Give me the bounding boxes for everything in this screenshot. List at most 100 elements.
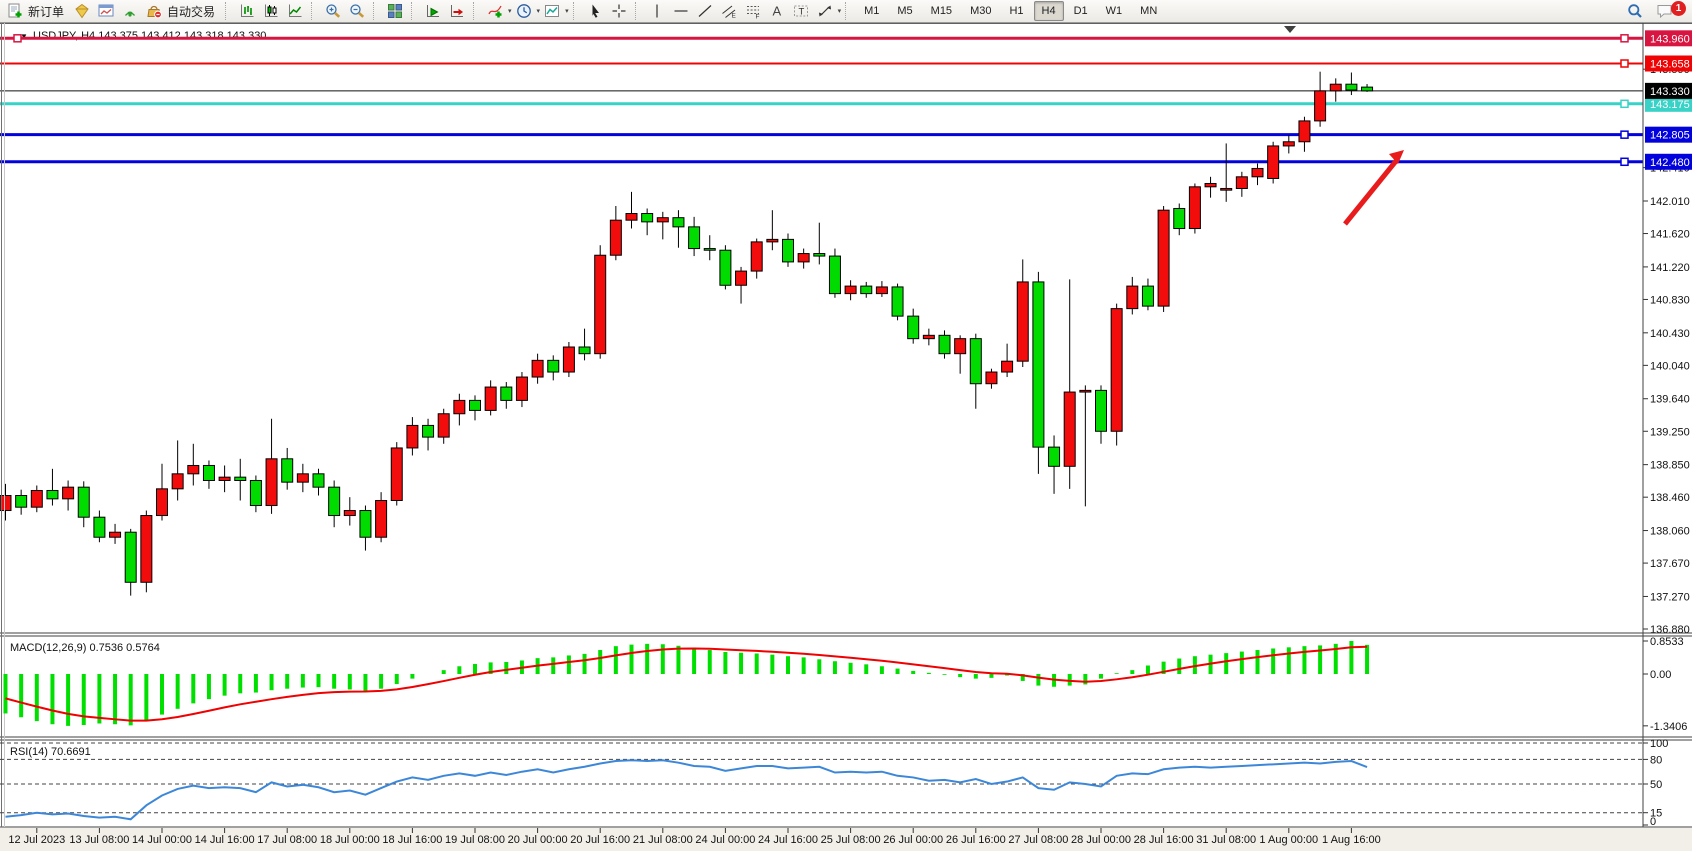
candle-body <box>783 239 794 262</box>
candle-body <box>704 249 715 251</box>
rsi-tick-label: 50 <box>1650 779 1662 791</box>
price-tick-label: 140.430 <box>1650 328 1690 340</box>
time-tick-label: 26 Jul 00:00 <box>883 834 943 846</box>
auto-trading-button[interactable] <box>142 1 166 22</box>
line-chart-type-button[interactable] <box>283 1 307 22</box>
candle-body <box>657 218 668 222</box>
timeframe-MN[interactable]: MN <box>1132 1 1165 21</box>
candle-body <box>423 425 434 437</box>
macd-label: MACD(12,26,9) 0.7536 0.5764 <box>10 642 160 654</box>
candle-body <box>63 487 74 499</box>
chart-window-icon[interactable] <box>94 1 118 22</box>
price-tick-label: 138.060 <box>1650 526 1690 538</box>
candle-body <box>579 347 590 354</box>
candle-body <box>454 400 465 413</box>
price-badge-label: 143.658 <box>1650 59 1690 71</box>
macd-tick-label: 0.8533 <box>1650 636 1684 648</box>
periods-button[interactable] <box>512 1 536 22</box>
time-tick-label: 31 Jul 08:00 <box>1196 834 1256 846</box>
candle-body <box>376 501 387 538</box>
candle-body <box>1174 209 1185 229</box>
candle-body <box>767 239 778 242</box>
new-order-button[interactable] <box>3 1 27 22</box>
time-tick-label: 28 Jul 16:00 <box>1134 834 1194 846</box>
equidistant-channel-tool[interactable]: E <box>717 1 741 22</box>
time-tick-label: 14 Jul 16:00 <box>195 834 255 846</box>
candle-body <box>1111 309 1122 432</box>
bar-chart-type-button[interactable] <box>235 1 259 22</box>
toolbar-separator <box>311 2 318 20</box>
auto-scroll-button[interactable] <box>421 1 445 22</box>
candle-body <box>516 377 527 400</box>
candle-body <box>1283 142 1294 146</box>
candle-body <box>1189 187 1200 229</box>
time-tick-label: 27 Jul 08:00 <box>1008 834 1068 846</box>
line-handle[interactable] <box>1621 100 1628 107</box>
timeframe-H4[interactable]: H4 <box>1034 1 1064 21</box>
vertical-line-tool[interactable] <box>645 1 669 22</box>
price-badge-label: 143.330 <box>1650 86 1690 98</box>
candle-body <box>970 339 981 384</box>
toolbar-separator <box>411 2 418 20</box>
candle-body <box>485 387 496 410</box>
templates-button[interactable] <box>540 1 564 22</box>
price-badge-label: 142.805 <box>1650 130 1690 142</box>
candle-body <box>845 286 856 294</box>
cursor-tool-button[interactable] <box>583 1 607 22</box>
text-label-tool[interactable]: T <box>789 1 813 22</box>
timeframe-W1[interactable]: W1 <box>1098 1 1131 21</box>
zoom-out-icon[interactable] <box>345 1 369 22</box>
candle-body <box>1064 392 1075 466</box>
candle-body <box>141 516 152 583</box>
chart-canvas[interactable]: ▼USDJPY, H4 143.375 143.412 143.318 143.… <box>0 23 1692 851</box>
time-tick-label: 17 Jul 08:00 <box>257 834 317 846</box>
time-tick-label: 19 Jul 08:00 <box>445 834 505 846</box>
indicators-button[interactable] <box>483 1 507 22</box>
line-handle[interactable] <box>14 35 21 42</box>
market-watch-icon[interactable] <box>70 1 94 22</box>
search-icon[interactable] <box>1623 1 1647 22</box>
line-handle[interactable] <box>1621 158 1628 165</box>
arrows-dropdown-arrow[interactable]: ▾ <box>838 7 842 15</box>
candle-body <box>876 287 887 294</box>
timeframe-H1[interactable]: H1 <box>1001 1 1031 21</box>
timeframe-M15[interactable]: M15 <box>923 1 960 21</box>
chart-title: USDJPY, H4 143.375 143.412 143.318 143.3… <box>33 30 266 42</box>
candle-body <box>1127 286 1138 309</box>
line-handle[interactable] <box>1621 35 1628 42</box>
timeframe-M1[interactable]: M1 <box>856 1 887 21</box>
candle-body <box>563 347 574 372</box>
line-handle[interactable] <box>1621 131 1628 138</box>
candle-body <box>1049 447 1060 466</box>
svg-text:E: E <box>731 13 736 20</box>
new-order-label[interactable]: 新订单 <box>28 3 64 20</box>
candle-body <box>78 487 89 517</box>
templates-dropdown-arrow[interactable]: ▾ <box>565 7 569 15</box>
candle-body <box>329 487 340 515</box>
tile-windows-icon[interactable] <box>383 1 407 22</box>
text-tool[interactable]: A <box>765 1 789 22</box>
auto-trading-label[interactable]: 自动交易 <box>167 3 215 20</box>
candle-chart-type-button[interactable] <box>259 1 283 22</box>
line-handle[interactable] <box>1621 60 1628 67</box>
candle-body <box>1362 87 1373 91</box>
crosshair-tool-button[interactable] <box>607 1 631 22</box>
notification-badge[interactable]: 1 <box>1671 1 1686 16</box>
candle-body <box>125 532 136 582</box>
timeframe-M5[interactable]: M5 <box>889 1 920 21</box>
chart-shift-button[interactable] <box>445 1 469 22</box>
candle-body <box>313 474 324 487</box>
candle-body <box>157 489 168 516</box>
time-tick-label: 13 Jul 08:00 <box>69 834 129 846</box>
horizontal-line-tool[interactable] <box>669 1 693 22</box>
arrows-tool[interactable] <box>813 1 837 22</box>
timeframe-M30[interactable]: M30 <box>962 1 999 21</box>
timeframe-D1[interactable]: D1 <box>1066 1 1096 21</box>
trendline-tool[interactable] <box>693 1 717 22</box>
time-tick-label: 28 Jul 00:00 <box>1071 834 1131 846</box>
time-tick-label: 21 Jul 08:00 <box>633 834 693 846</box>
fibonacci-tool[interactable]: F <box>741 1 765 22</box>
zoom-in-icon[interactable] <box>321 1 345 22</box>
price-tick-label: 139.640 <box>1650 394 1690 406</box>
signals-icon[interactable] <box>118 1 142 22</box>
